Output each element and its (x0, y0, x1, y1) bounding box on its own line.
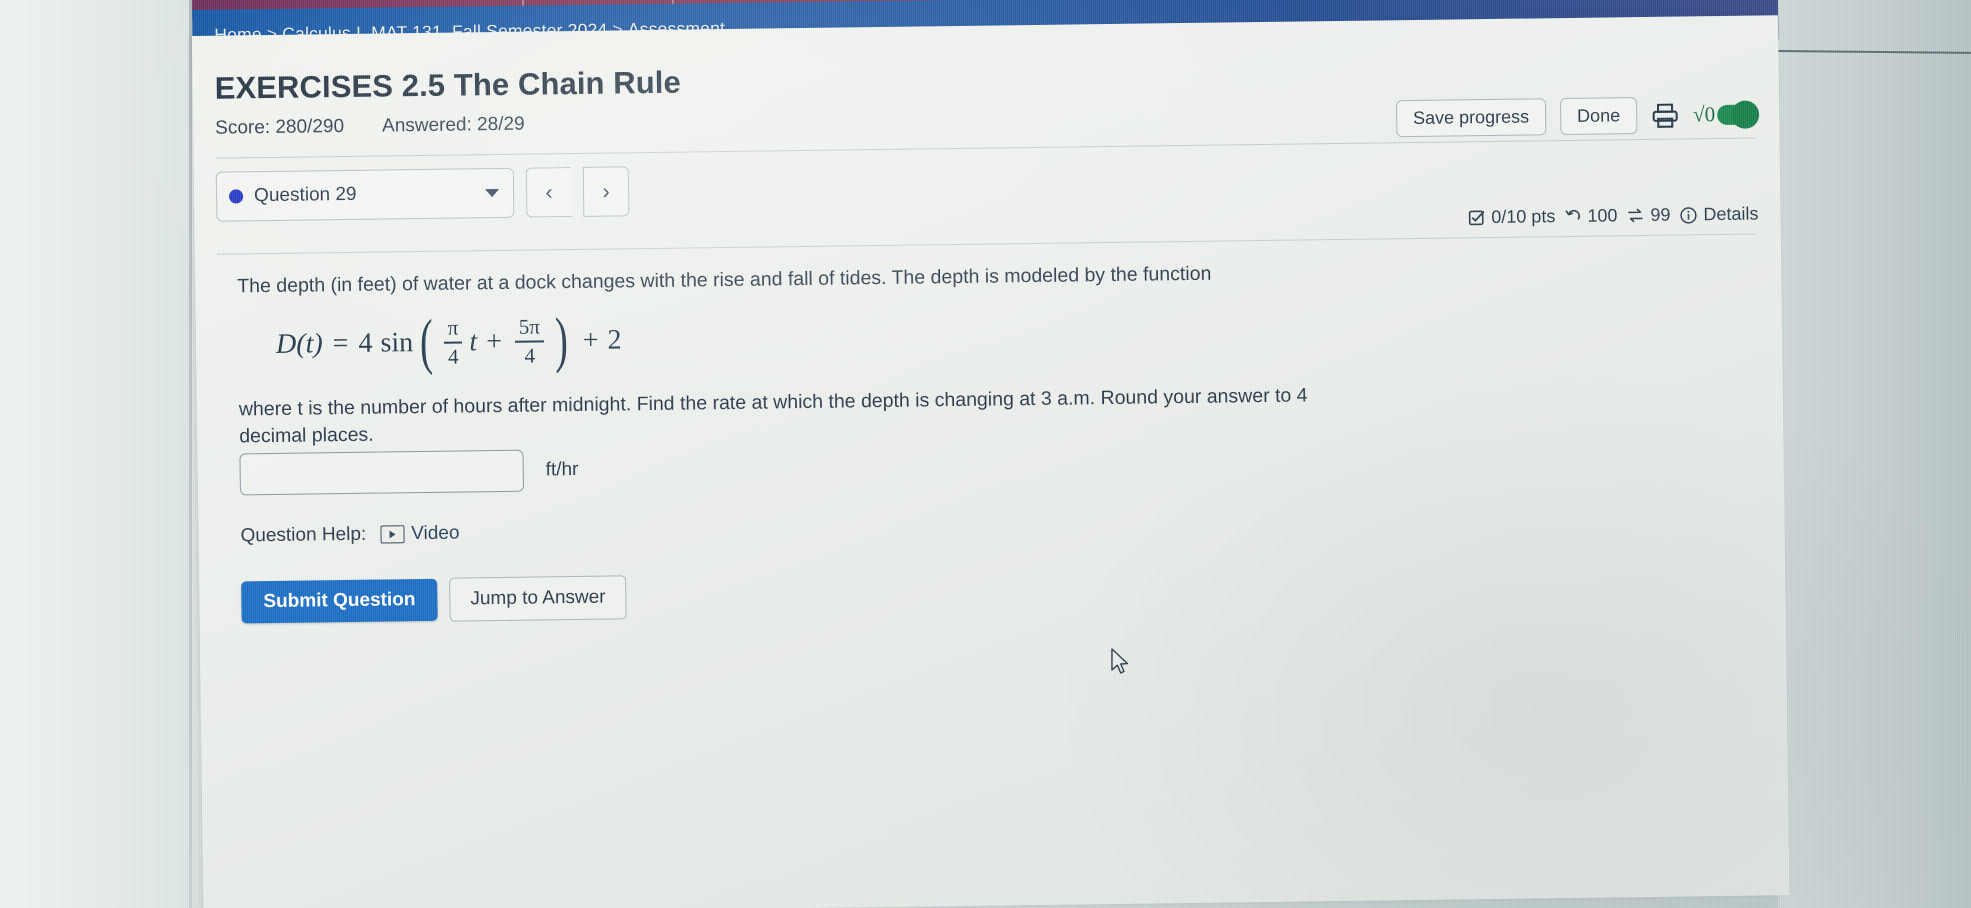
next-question-button[interactable]: › (582, 166, 630, 217)
question-status-dot (229, 189, 244, 204)
answer-row: ft/hr (239, 449, 579, 496)
photographed-screen-frame: Home > Calculus I, MAT 131, Fall Semester … (0, 0, 1971, 908)
fraction-numerator: 5π (518, 314, 541, 340)
chevron-down-icon (485, 188, 500, 198)
video-link-label[interactable]: Video (411, 523, 460, 546)
math-view-toggle[interactable]: √0 (1692, 102, 1758, 127)
score-label: Score: 280/290 (215, 116, 345, 139)
formula-function: sin (380, 326, 414, 359)
assessment-toolbar: Save progress Done √0 (1395, 96, 1758, 138)
fraction-bar (443, 341, 463, 344)
formula-equals: = (332, 327, 349, 359)
right-offscreen-bezel (1778, 0, 1971, 908)
question-stats-bar: 0/10 pts 100 99 Details (1468, 204, 1759, 229)
attempts-value: 100 (1587, 205, 1618, 226)
left-offscreen-bezel (0, 0, 192, 908)
question-prompt-2: where t is the number of hours after mid… (238, 384, 1308, 447)
video-help-link[interactable]: Video (380, 523, 460, 546)
assessment-page: EXERCISES 2.5 The Chain Rule Score: 280/… (192, 15, 1790, 908)
info-icon (1680, 206, 1697, 224)
formula-lhs: D(t) (275, 328, 323, 360)
question-help-label: Question Help: (240, 523, 367, 547)
fraction-denominator: 4 (447, 344, 459, 369)
question-formula: D(t) = 4 sin ( π 4 t + 5π 4) + 2 (275, 301, 1699, 377)
save-progress-button[interactable]: Save progress (1395, 98, 1547, 138)
fraction-denominator: 4 (524, 343, 536, 368)
answer-input[interactable] (239, 449, 524, 496)
question-selector-dropdown[interactable]: Question 29 (215, 167, 515, 222)
answered-label: Answered: 28/29 (381, 113, 525, 137)
done-button[interactable]: Done (1559, 97, 1638, 136)
score-summary: Score: 280/290 Answered: 28/29 (215, 114, 525, 140)
video-play-icon (380, 525, 405, 544)
prev-question-button[interactable]: ‹ (525, 167, 572, 218)
page-title: EXERCISES 2.5 The Chain Rule (214, 64, 682, 106)
formula-plus-inner: + (486, 325, 503, 357)
toggle-switch[interactable] (1717, 104, 1758, 125)
answer-units-label: ft/hr (545, 458, 579, 481)
fraction-numerator: π (447, 315, 459, 340)
action-row: Submit Question Jump to Answer (241, 575, 627, 624)
divider (216, 233, 1757, 255)
swap-icon (1628, 208, 1643, 223)
points-group: 0/10 pts (1468, 206, 1555, 228)
formula-variable-t: t (469, 326, 478, 358)
versions-group: 99 (1626, 204, 1671, 227)
formula-coefficient: 4 (358, 327, 373, 359)
jump-to-answer-button[interactable]: Jump to Answer (449, 575, 627, 622)
question-selector-label: Question 29 (253, 183, 357, 207)
submit-question-button[interactable]: Submit Question (241, 578, 438, 624)
versions-value: 99 (1650, 204, 1671, 225)
sqrt-icon: √0 (1692, 102, 1716, 127)
points-label: 0/10 pts (1491, 206, 1556, 228)
formula-constant: 2 (607, 324, 622, 356)
checkbox-icon (1468, 210, 1485, 226)
question-navigation: Question 29 ‹ › (215, 166, 630, 222)
question-body: The depth (in feet) of water at a dock c… (237, 254, 1699, 449)
divider (215, 137, 1756, 159)
attempts-group: 100 (1564, 205, 1618, 227)
fraction-bar (515, 340, 545, 343)
formula-fraction-2: 5π 4 (515, 314, 545, 368)
question-prompt-1: The depth (in feet) of water at a dock c… (237, 262, 1212, 298)
left-screen-edge (189, 0, 192, 908)
details-label[interactable]: Details (1703, 204, 1758, 226)
printer-icon[interactable] (1651, 102, 1679, 128)
formula-open-paren: ( (419, 308, 434, 377)
question-help-row: Question Help: Video (240, 523, 459, 548)
formula-plus-outer: + (582, 324, 599, 356)
formula-fraction-1: π 4 (443, 315, 463, 369)
formula-close-paren: ) (554, 306, 569, 375)
undo-icon (1565, 209, 1580, 220)
details-group[interactable]: Details (1679, 204, 1759, 226)
